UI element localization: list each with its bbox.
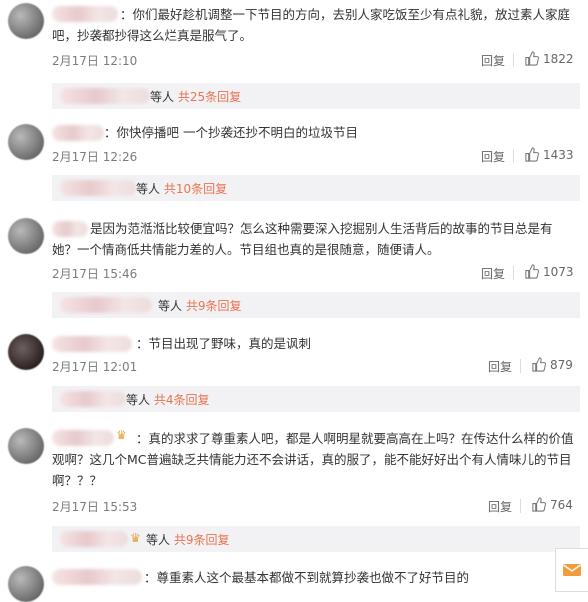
like-count: 1073 (543, 264, 574, 279)
divider (513, 266, 514, 280)
thumbs-up-icon (525, 264, 539, 279)
avatar[interactable] (8, 428, 44, 464)
reply-button[interactable]: 回复 (481, 148, 505, 165)
sub-replies-bar: 等人 共4条回复 (52, 386, 580, 412)
like-count: 1433 (543, 147, 574, 162)
like-count: 764 (550, 497, 573, 512)
like-button[interactable]: 1822 (524, 51, 574, 66)
view-replies-link[interactable]: 共25条回复 (178, 90, 241, 104)
divider (513, 149, 514, 163)
comment-text: ：节目出现了野味，真的是讽刺 (136, 336, 312, 351)
thumbs-up-icon (525, 147, 539, 162)
sub-reply-users: 等人 (146, 533, 171, 547)
comment-date: 2月17日 12:10 (52, 54, 138, 68)
sub-replies-bar: 等人 共9条回复 (52, 292, 580, 318)
avatar[interactable] (8, 218, 44, 254)
reply-button[interactable]: 回复 (488, 358, 512, 375)
sub-replies-bar: 等人 共10条回复 (52, 175, 580, 201)
comment-text: ：你快停播吧 一个抄袭还抄不明白的垃圾节目 (104, 125, 358, 140)
avatar[interactable] (8, 124, 44, 160)
sub-reply-users: 等人 (158, 299, 183, 313)
like-button[interactable]: 1073 (524, 264, 574, 279)
comment-text: 是因为范湉湉比较便宜吗？怎么这种需要深入挖掘别人生活背后的故事的节目总是有她？一… (52, 221, 553, 257)
thumbs-up-icon (532, 357, 546, 372)
sub-reply-users: 等人 (126, 393, 151, 407)
thumbs-up-icon (532, 497, 546, 512)
comment-date: 2月17日 12:01 (52, 360, 138, 374)
comment-text: ：真的求求了尊重素人吧，都是人啊明星就要高高在上吗？在传达什么样的价值观啊？这几… (52, 431, 574, 488)
view-replies-link[interactable]: 共10条回复 (164, 182, 227, 196)
mail-icon (563, 564, 581, 576)
divider (520, 499, 521, 513)
sub-reply-users: 等人 (150, 90, 175, 104)
reply-button[interactable]: 回复 (481, 52, 505, 69)
sub-username (60, 180, 136, 196)
divider (520, 359, 521, 373)
like-button[interactable]: 764 (531, 497, 573, 512)
sub-replies-bar: 等人 共25条回复 (52, 83, 580, 109)
view-replies-link[interactable]: 共4条回复 (154, 393, 210, 407)
crown-badge-icon: ♛ (130, 531, 141, 545)
avatar[interactable] (8, 566, 44, 602)
avatar[interactable] (8, 3, 44, 39)
view-replies-link[interactable]: 共9条回复 (174, 533, 230, 547)
comment-date: 2月17日 15:46 (52, 267, 138, 281)
sub-username (60, 88, 150, 104)
like-count: 1822 (543, 51, 574, 66)
like-button[interactable]: 1433 (524, 147, 574, 162)
comment-date: 2月17日 12:26 (52, 150, 138, 164)
floating-mail-button[interactable] (555, 548, 588, 592)
avatar[interactable] (8, 334, 44, 370)
sub-username (60, 297, 152, 313)
thumbs-up-icon (525, 51, 539, 66)
comment-date: 2月17日 15:53 (52, 500, 138, 514)
sub-username (60, 531, 128, 547)
sub-replies-bar: ♛ 等人 共9条回复 (52, 526, 580, 552)
sub-username (60, 391, 126, 407)
reply-button[interactable]: 回复 (481, 265, 505, 282)
like-button[interactable]: 879 (531, 357, 573, 372)
view-replies-link[interactable]: 共9条回复 (186, 299, 242, 313)
comment-text: ：你们最好趁机调整一下节目的方向，去别人家吃饭至少有点礼貌，放过素人家庭吧，抄袭… (52, 7, 571, 43)
sub-reply-users: 等人 (136, 182, 161, 196)
comment-text: ：尊重素人这个最基本都做不到就算抄袭也做不了好节目的 (144, 570, 470, 585)
like-count: 879 (550, 357, 573, 372)
reply-button[interactable]: 回复 (488, 498, 512, 515)
divider (513, 53, 514, 67)
